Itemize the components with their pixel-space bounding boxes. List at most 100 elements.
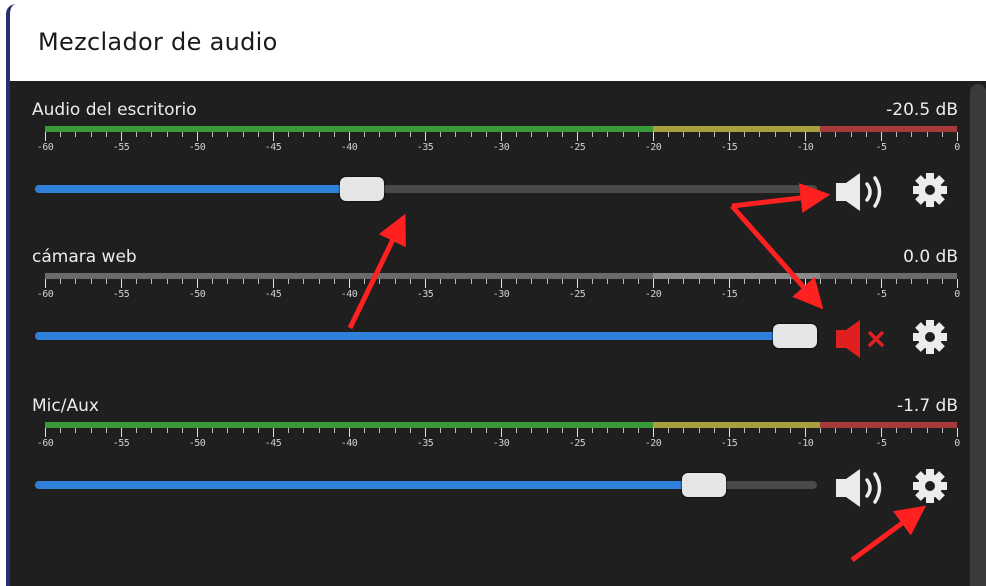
- meter-tick: [911, 132, 913, 137]
- speaker-icon[interactable]: [830, 170, 894, 214]
- meter-tick: [303, 279, 305, 284]
- meter-tick: [729, 279, 730, 288]
- meter-tick: [455, 132, 457, 137]
- meter-tick: [789, 132, 791, 137]
- meter-tick: [440, 132, 442, 137]
- meter-tick: [485, 428, 487, 433]
- speaker-muted-icon[interactable]: [830, 317, 894, 361]
- meter-tick: [698, 132, 700, 137]
- meter-tick: [850, 132, 852, 137]
- meter-tick: [45, 132, 46, 141]
- meter-tick: [881, 132, 882, 141]
- meter-tick: [820, 279, 822, 284]
- meter-tick: [227, 132, 229, 137]
- meter-tick: [303, 132, 305, 137]
- volume-slider-handle[interactable]: [339, 177, 384, 201]
- meter-tick: [455, 279, 457, 284]
- meter-tick: [60, 279, 62, 284]
- meter-tick: [713, 132, 715, 137]
- volume-slider-handle[interactable]: [681, 473, 726, 497]
- meter-tick: [835, 132, 837, 137]
- volume-slider-handle[interactable]: [773, 324, 817, 348]
- meter-tick: [151, 428, 153, 433]
- meter-tick: [121, 428, 122, 437]
- audio-mixer-panel: Mezclador de audio Audio del escritorio …: [6, 4, 986, 586]
- meter-tick: [257, 279, 259, 284]
- meter-scale-label: -35: [416, 289, 434, 300]
- meter-tick: [75, 428, 77, 433]
- meter-scale-label: -20: [644, 289, 662, 300]
- meter-scale-label: -45: [264, 142, 282, 153]
- meter-tick: [531, 132, 533, 137]
- meter-scale-label: -30: [492, 438, 510, 449]
- meter-scale-label: -35: [416, 142, 434, 153]
- meter-tick: [789, 428, 791, 433]
- gear-icon[interactable]: [908, 168, 952, 212]
- meter-tick: [592, 428, 594, 433]
- meter-tick: [637, 279, 639, 284]
- meter-tick: [835, 279, 837, 284]
- meter-tick: [90, 428, 92, 433]
- volume-slider[interactable]: [35, 473, 817, 497]
- meter-tick: [774, 428, 776, 433]
- meter-tick: [911, 279, 913, 284]
- meter-tick: [288, 279, 290, 284]
- meter-tick: [409, 279, 411, 284]
- meter-tick: [333, 428, 335, 433]
- meter-tick: [364, 132, 366, 137]
- meter-scale-labels: -60 -55 -50 -45 -40 -35 -30 -25 -20 -15 -10 -5 0: [37, 438, 961, 452]
- meter-tick: [166, 428, 168, 433]
- meter-tick: [364, 428, 366, 433]
- meter-tick: [333, 279, 335, 284]
- meter-tick: [789, 279, 791, 284]
- meter-tick: [957, 428, 958, 437]
- meter-tick: [166, 279, 168, 284]
- meter-tick: [60, 428, 62, 433]
- meter-tick: [121, 279, 122, 288]
- meter-scale-label: 0: [954, 289, 960, 300]
- meter-tick: [181, 132, 183, 137]
- speaker-icon[interactable]: [830, 466, 894, 510]
- meter-tick: [637, 132, 639, 137]
- meter-scale-label: -30: [492, 289, 510, 300]
- meter-tick: [181, 279, 183, 284]
- meter-tick: [850, 279, 852, 284]
- meter-scale-label: 0: [954, 142, 960, 153]
- channel-name: Audio del escritorio: [32, 100, 197, 120]
- volume-slider[interactable]: [35, 177, 817, 201]
- gear-icon[interactable]: [908, 315, 952, 359]
- meter-tick: [242, 428, 244, 433]
- meter-tick: [257, 132, 259, 137]
- meter-tick: [941, 132, 943, 137]
- meter-scale-label: -50: [188, 142, 206, 153]
- meter-scale-label: -30: [492, 142, 510, 153]
- meter-tick: [683, 279, 685, 284]
- meter-tick: [759, 279, 761, 284]
- meter-tick: [409, 428, 411, 433]
- meter-scale-label: -10: [796, 142, 814, 153]
- channel-name: cámara web: [32, 247, 137, 267]
- meter-tick: [364, 279, 366, 284]
- meter-tick: [90, 132, 92, 137]
- meter-scale-label: -20: [644, 142, 662, 153]
- meter-tick: [45, 428, 46, 437]
- gear-icon[interactable]: [908, 464, 952, 508]
- meter-tick: [212, 279, 214, 284]
- meter-tick: [744, 428, 746, 433]
- meter-tick: [713, 279, 715, 284]
- meter-tick: [425, 132, 426, 141]
- meter-tick: [516, 279, 518, 284]
- meter-tick: [668, 279, 670, 284]
- vertical-scrollbar[interactable]: [970, 84, 986, 586]
- meter-tick: [607, 132, 609, 137]
- meter-scale-label: -25: [568, 438, 586, 449]
- meter-scale-label: -40: [340, 142, 358, 153]
- volume-slider[interactable]: [35, 324, 817, 348]
- meter-tick: [394, 428, 396, 433]
- meter-tick: [531, 279, 533, 284]
- meter-tick: [896, 428, 898, 433]
- meter-tick: [197, 279, 198, 288]
- meter-scale-label: -50: [188, 438, 206, 449]
- meter-tick: [637, 428, 639, 433]
- meter-tick: [546, 132, 548, 137]
